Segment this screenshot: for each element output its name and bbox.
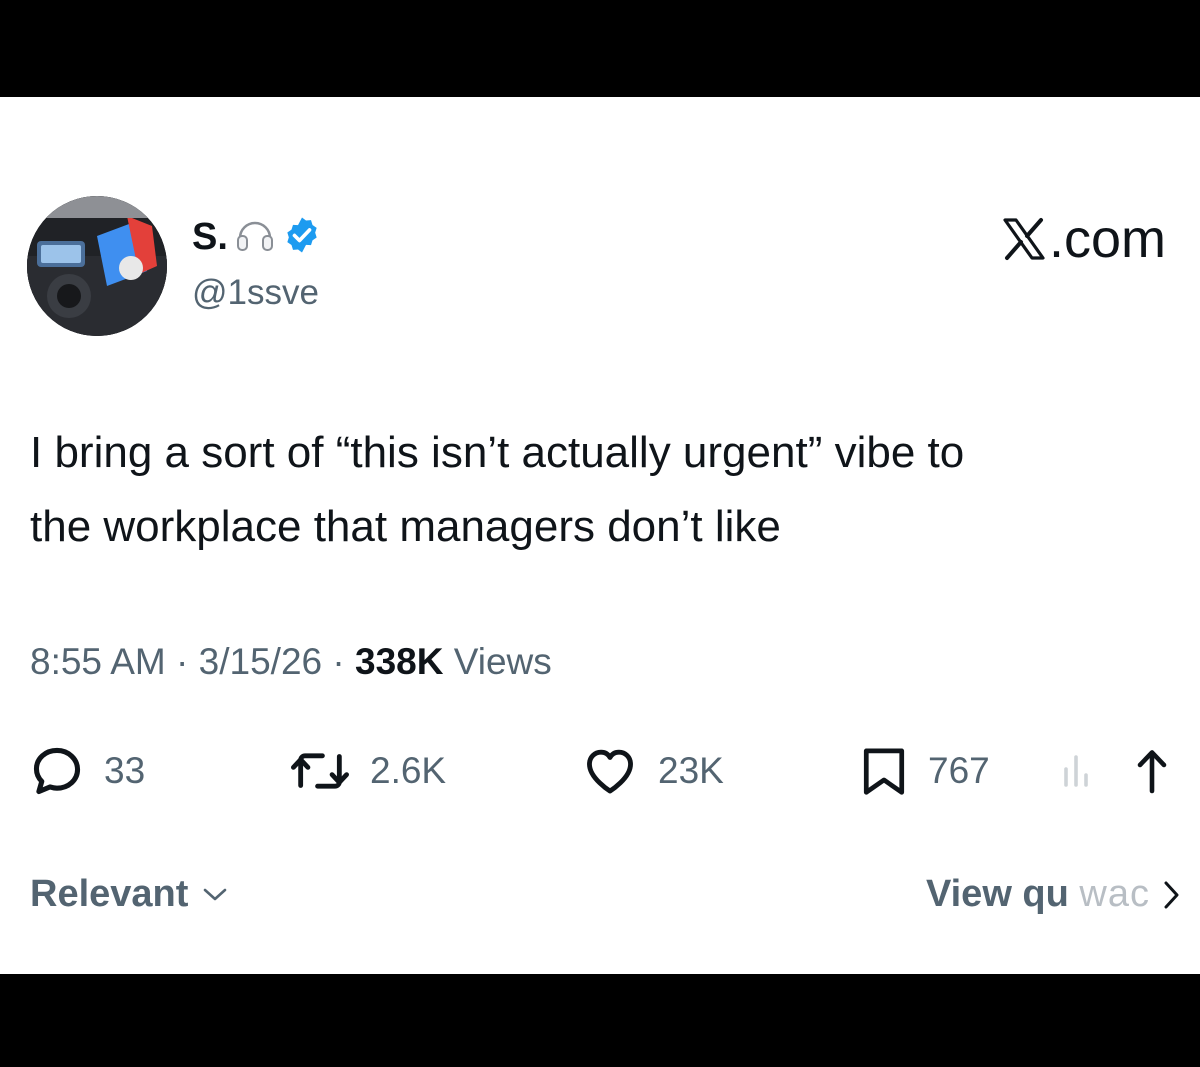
heart-icon [587, 749, 633, 794]
x-logo-icon [1003, 218, 1045, 260]
like-button[interactable]: 23K [580, 736, 724, 806]
tweet-text-line-2: the workplace that managers don’t like [30, 502, 781, 551]
reply-count: 33 [104, 750, 146, 791]
verified-badge-icon [282, 215, 322, 260]
repost-icon [290, 753, 349, 789]
view-quotes-link[interactable]: View qu wac [926, 873, 1182, 916]
tweet-meta: 8:55 AM · 3/15/26 · 338K Views [30, 643, 552, 680]
views-count: 338K [355, 641, 444, 682]
sort-replies-dropdown[interactable]: Relevant [30, 873, 228, 916]
analytics-icon [1064, 755, 1088, 787]
share-arrow-icon [1137, 750, 1167, 794]
view-quotes-label: View qu wac [926, 873, 1150, 916]
bookmark-count: 767 [928, 750, 990, 791]
brand-watermark: .com [1001, 212, 1166, 266]
meta-separator: · [332, 641, 345, 682]
reply-icon [33, 747, 81, 795]
view-quotes-label-faded: wac [1079, 873, 1150, 915]
avatar-image [27, 196, 167, 336]
chevron-down-icon [204, 888, 227, 900]
like-count: 23K [658, 750, 724, 791]
bookmark-button[interactable]: 767 [858, 736, 990, 806]
view-quotes-label-text: View qu [925, 873, 1069, 915]
sort-label: Relevant [30, 873, 189, 915]
tweet-date[interactable]: 3/15/26 [199, 641, 322, 682]
tweet-text-line-1: I bring a sort of “this isn’t actually u… [30, 428, 965, 477]
user-handle[interactable]: @1ssve [192, 275, 319, 310]
avatar[interactable] [27, 196, 167, 336]
repost-count: 2.6K [370, 750, 447, 791]
display-name[interactable]: S. [192, 218, 228, 256]
chevron-right-icon [1164, 881, 1179, 908]
action-bar: 33 2.6K 23K 767 [0, 736, 1200, 806]
brand-suffix: .com [1048, 209, 1166, 269]
meta-separator: · [176, 641, 189, 682]
tweet-time[interactable]: 8:55 AM [30, 641, 166, 682]
analytics-button[interactable] [1060, 736, 1096, 806]
views-label: Views [453, 641, 552, 682]
reply-button[interactable]: 33 [28, 736, 145, 806]
bookmark-icon [863, 748, 905, 795]
tweet-text: I bring a sort of “this isn’t actually u… [30, 416, 1190, 564]
repost-button[interactable]: 2.6K [288, 736, 446, 806]
profile-name-row: S. [192, 213, 322, 261]
headphones-icon [234, 214, 276, 261]
share-button[interactable] [1132, 736, 1172, 806]
